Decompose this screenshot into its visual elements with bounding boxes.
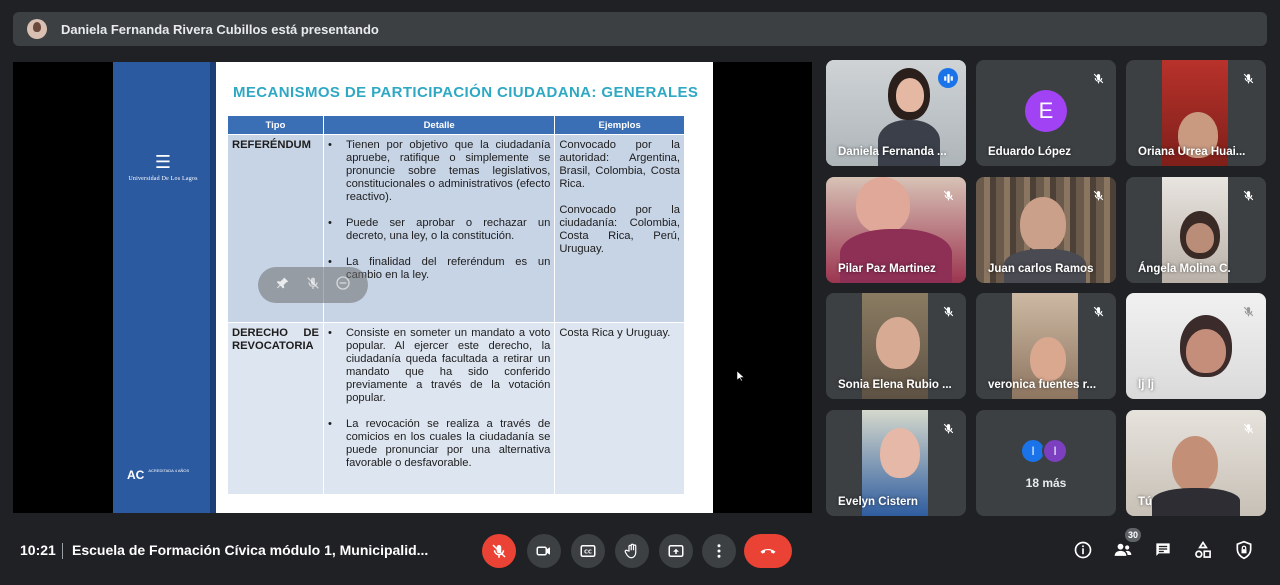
chat-button[interactable] bbox=[1151, 538, 1175, 562]
header-detalle: Detalle bbox=[322, 115, 556, 135]
mic-off-icon bbox=[938, 418, 958, 438]
meeting-details-button[interactable] bbox=[1071, 538, 1095, 562]
presentation-slide: ☰ Universidad De Los Lagos AC ACREDITADA… bbox=[113, 62, 713, 513]
mic-off-icon bbox=[1088, 185, 1108, 205]
activities-button[interactable] bbox=[1191, 538, 1215, 562]
detalle-item: La revocación se realiza a través de com… bbox=[328, 418, 550, 470]
participant-tile[interactable]: Ángela Molina C. bbox=[1126, 177, 1266, 283]
bottom-control-bar: 10:21 Escuela de Formación Cívica módulo… bbox=[0, 520, 1280, 585]
pin-icon[interactable] bbox=[275, 275, 291, 296]
mic-off-icon bbox=[1238, 68, 1258, 88]
hang-up-icon bbox=[760, 548, 776, 554]
raise-hand-button[interactable] bbox=[615, 534, 649, 568]
participant-tile[interactable]: Juan carlos Ramos bbox=[976, 177, 1116, 283]
participant-tile[interactable]: E Eduardo López bbox=[976, 60, 1116, 166]
row-ejemplos: Convocado por la autoridad: Argentina, B… bbox=[554, 134, 685, 323]
leave-call-button[interactable] bbox=[744, 534, 792, 568]
participant-name: Sonia Elena Rubio ... bbox=[838, 379, 952, 391]
camera-icon bbox=[536, 546, 550, 556]
participant-tile[interactable]: I I 18 más bbox=[976, 410, 1116, 516]
participant-tile[interactable]: lj lj bbox=[1126, 293, 1266, 399]
svg-text:CC: CC bbox=[584, 550, 592, 556]
activities-icon bbox=[1195, 540, 1211, 558]
row-tipo: DERECHO DE REVOCATORIA bbox=[227, 322, 324, 495]
camera-toggle-button[interactable] bbox=[527, 534, 561, 568]
captions-button[interactable]: CC bbox=[571, 534, 605, 568]
participant-name: lj lj bbox=[1138, 379, 1154, 391]
slide-title: MECANISMOS DE PARTICIPACIÓN CIUDADANA: G… bbox=[233, 84, 699, 101]
participant-tile[interactable]: Pilar Paz Martinez bbox=[826, 177, 966, 283]
participant-name: Juan carlos Ramos bbox=[988, 263, 1094, 275]
captions-icon: CC bbox=[580, 545, 596, 557]
mute-icon[interactable] bbox=[305, 275, 321, 296]
ejemplo-text: Convocado por la ciudadanía: Colombia, C… bbox=[559, 204, 680, 255]
remove-icon[interactable] bbox=[335, 275, 351, 296]
participant-name: Pilar Paz Martinez bbox=[838, 263, 936, 275]
mic-off-icon bbox=[938, 301, 958, 321]
mic-off-icon bbox=[1088, 68, 1108, 88]
mic-off-icon bbox=[492, 544, 506, 558]
shield-lock-icon bbox=[1236, 540, 1252, 560]
participant-name: veronica fuentes r... bbox=[988, 379, 1097, 391]
detalle-item: Tienen por objetivo que la ciudadanía ap… bbox=[328, 139, 550, 204]
more-options-button[interactable] bbox=[702, 534, 736, 568]
participant-tile[interactable]: Daniela Fernanda ... bbox=[826, 60, 966, 166]
participant-name: Daniela Fernanda ... bbox=[838, 146, 947, 158]
participants-count-badge: 30 bbox=[1125, 528, 1141, 542]
participant-name: Evelyn Cistern bbox=[838, 496, 918, 508]
shared-screen[interactable]: ☰ Universidad De Los Lagos AC ACREDITADA… bbox=[13, 62, 812, 513]
row-detalle: Consiste en someter un mandato a voto po… bbox=[322, 322, 556, 495]
header-ejemplos: Ejemplos bbox=[554, 115, 685, 135]
header-tipo: Tipo bbox=[227, 115, 324, 135]
participant-name: Ángela Molina C. bbox=[1138, 263, 1231, 275]
clock: 10:21 bbox=[20, 542, 56, 558]
presenter-bar: Daniela Fernanda Rivera Cubillos está pr… bbox=[13, 12, 1267, 46]
meet-window: Daniela Fernanda Rivera Cubillos está pr… bbox=[0, 0, 1280, 585]
host-controls-button[interactable] bbox=[1232, 538, 1256, 562]
meeting-title: Escuela de Formación Cívica módulo 1, Mu… bbox=[72, 542, 429, 558]
acreditation-logo: AC ACREDITADA 4 AÑOS bbox=[127, 468, 190, 482]
mic-off-icon bbox=[1238, 185, 1258, 205]
mouse-cursor-icon bbox=[737, 371, 745, 381]
present-icon bbox=[668, 545, 684, 557]
detalle-item: Puede ser aprobar o rechazar un decreto,… bbox=[328, 217, 550, 243]
speaking-indicator-icon bbox=[938, 68, 958, 88]
info-icon bbox=[1074, 541, 1092, 559]
more-vert-icon bbox=[717, 544, 721, 558]
slide-sidebar bbox=[113, 62, 213, 513]
mic-off-icon bbox=[1238, 301, 1258, 321]
acreditation-mark-icon: AC bbox=[127, 468, 145, 482]
participant-name: Tú bbox=[1138, 496, 1153, 508]
participant-tile[interactable]: Sonia Elena Rubio ... bbox=[826, 293, 966, 399]
hand-icon bbox=[624, 543, 637, 559]
tile-overlay-controls bbox=[258, 267, 368, 303]
participant-tile[interactable]: Tú bbox=[1126, 410, 1266, 516]
people-icon bbox=[1114, 543, 1132, 556]
more-participants-label: 18 más bbox=[1025, 476, 1067, 490]
row-ejemplos: Costa Rica y Uruguay. bbox=[554, 322, 685, 495]
university-logo: ☰ Universidad De Los Lagos bbox=[121, 152, 205, 183]
mic-off-icon bbox=[1088, 301, 1108, 321]
participant-name: Eduardo López bbox=[988, 146, 1072, 158]
chat-icon bbox=[1156, 543, 1170, 556]
participant-tile[interactable]: Evelyn Cistern bbox=[826, 410, 966, 516]
mic-off-icon bbox=[1238, 418, 1258, 438]
mechanisms-table: Tipo Detalle Ejemplos REFERÉNDUM Tienen … bbox=[227, 115, 685, 495]
participant-tile[interactable]: Oriana Urrea Huai... bbox=[1126, 60, 1266, 166]
mic-off-icon bbox=[938, 185, 958, 205]
table-row: DERECHO DE REVOCATORIA Consiste en somet… bbox=[227, 322, 685, 495]
presenter-avatar bbox=[27, 19, 47, 39]
present-screen-button[interactable] bbox=[659, 534, 693, 568]
avatar: E bbox=[1025, 90, 1067, 132]
mic-toggle-button[interactable] bbox=[482, 534, 516, 568]
participant-tile[interactable]: veronica fuentes r... bbox=[976, 293, 1116, 399]
participant-name: Oriana Urrea Huai... bbox=[1138, 146, 1246, 158]
more-avatars: I I bbox=[1020, 438, 1068, 464]
university-mark-icon: ☰ bbox=[154, 152, 172, 173]
avatar: I bbox=[1042, 438, 1068, 464]
ejemplo-text: Convocado por la autoridad: Argentina, B… bbox=[559, 139, 680, 190]
ejemplo-text: Costa Rica y Uruguay. bbox=[559, 327, 671, 339]
presenter-text: Daniela Fernanda Rivera Cubillos está pr… bbox=[61, 21, 379, 37]
detalle-item: Consiste en someter un mandato a voto po… bbox=[328, 327, 550, 405]
